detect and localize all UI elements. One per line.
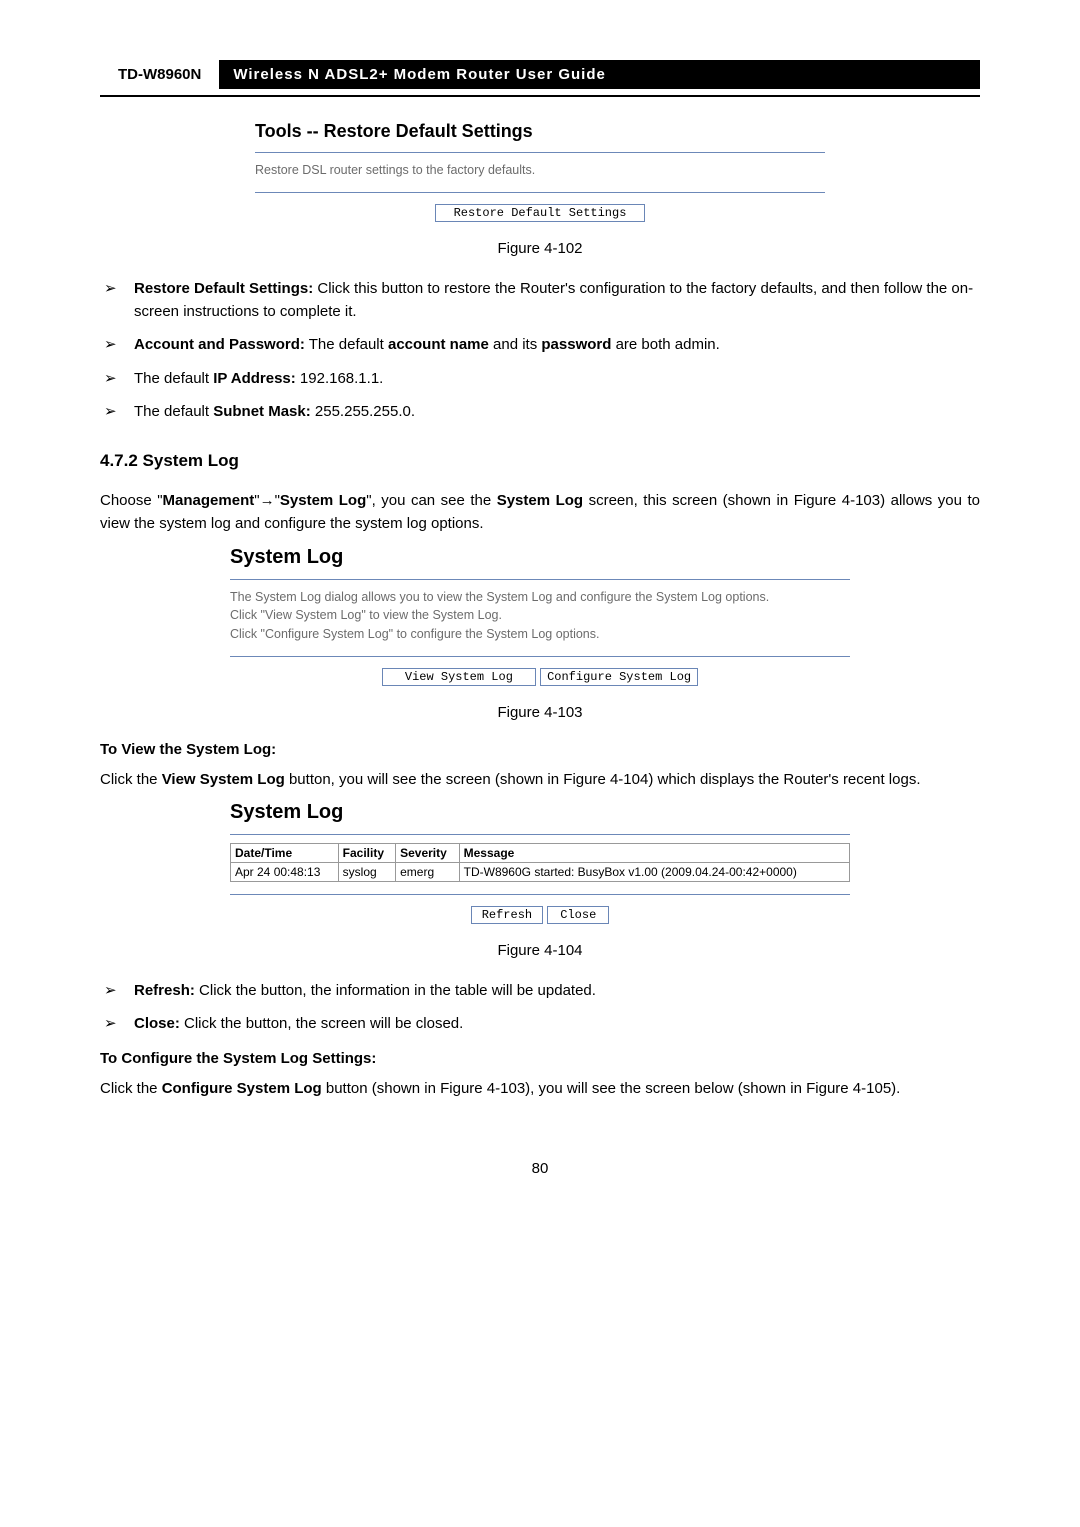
col-datetime: Date/Time xyxy=(231,844,339,863)
col-facility: Facility xyxy=(338,844,395,863)
bullet-marker-icon: ➢ xyxy=(100,979,134,1002)
bullet-text: The default IP Address: 192.168.1.1. xyxy=(134,367,980,390)
refresh-button[interactable]: Refresh xyxy=(471,906,543,924)
label-bold: Refresh: xyxy=(134,982,195,999)
label-bold: account name xyxy=(388,336,489,353)
arrow-icon: → xyxy=(260,492,275,509)
label-bold: Account and Password: xyxy=(134,336,305,353)
restore-heading: Tools -- Restore Default Settings xyxy=(255,121,825,142)
bullet-item: ➢ Close: Click the button, the screen wi… xyxy=(100,1012,980,1035)
text-span: The default xyxy=(305,336,388,353)
bullet-text: Account and Password: The default accoun… xyxy=(134,333,980,356)
text-span: button (shown in Figure 4-103), you will… xyxy=(322,1080,901,1097)
label-bold: password xyxy=(541,336,611,353)
divider xyxy=(230,834,850,835)
text-span: Click the xyxy=(100,771,162,788)
syslog-heading: System Log xyxy=(230,801,850,824)
label-bold: Restore Default Settings: xyxy=(134,280,313,297)
divider xyxy=(230,656,850,657)
close-button[interactable]: Close xyxy=(547,906,609,924)
body-paragraph: Choose "Management"→"System Log", you ca… xyxy=(100,489,980,536)
text-span: Click the button, the information in the… xyxy=(195,982,596,999)
bullet-marker-icon: ➢ xyxy=(100,1012,134,1035)
bullet-marker-icon: ➢ xyxy=(100,277,134,324)
body-paragraph: Click the View System Log button, you wi… xyxy=(100,768,980,791)
bullet-item: ➢ The default IP Address: 192.168.1.1. xyxy=(100,367,980,390)
label-bold: Close: xyxy=(134,1015,180,1032)
figure-caption: Figure 4-104 xyxy=(100,942,980,959)
divider xyxy=(255,192,825,193)
section-heading: 4.7.2 System Log xyxy=(100,451,980,471)
text-span: and its xyxy=(489,336,542,353)
syslog-desc-line: The System Log dialog allows you to view… xyxy=(230,588,850,607)
text-span: 255.255.255.0. xyxy=(311,403,415,420)
cell-severity: emerg xyxy=(396,863,460,882)
restore-desc: Restore DSL router settings to the facto… xyxy=(255,161,825,180)
doc-title: Wireless N ADSL2+ Modem Router User Guid… xyxy=(219,60,980,89)
text-span: Click the button, the screen will be clo… xyxy=(180,1015,463,1032)
divider xyxy=(255,152,825,153)
syslog-desc-line: Click "Configure System Log" to configur… xyxy=(230,625,850,644)
bullet-marker-icon: ➢ xyxy=(100,333,134,356)
header-bar: TD-W8960N Wireless N ADSL2+ Modem Router… xyxy=(100,60,980,89)
label-bold: Management xyxy=(163,492,255,509)
table-header-row: Date/Time Facility Severity Message xyxy=(231,844,850,863)
label-bold: System Log xyxy=(280,492,366,509)
syslog-desc-line: Click "View System Log" to view the Syst… xyxy=(230,606,850,625)
divider xyxy=(230,894,850,895)
divider xyxy=(230,579,850,580)
bullet-item: ➢ Restore Default Settings: Click this b… xyxy=(100,277,980,324)
label-bold: Configure System Log xyxy=(162,1080,322,1097)
bullet-marker-icon: ➢ xyxy=(100,367,134,390)
system-log-screenshot: System Log The System Log dialog allows … xyxy=(230,546,850,686)
subheading: To View the System Log: xyxy=(100,741,980,758)
bullet-text: Refresh: Click the button, the informati… xyxy=(134,979,980,1002)
configure-system-log-button[interactable]: Configure System Log xyxy=(540,668,698,686)
label-bold: View System Log xyxy=(162,771,285,788)
col-severity: Severity xyxy=(396,844,460,863)
bullet-text: The default Subnet Mask: 255.255.255.0. xyxy=(134,400,980,423)
header-divider xyxy=(100,95,980,97)
bullet-text: Restore Default Settings: Click this but… xyxy=(134,277,980,324)
page-number: 80 xyxy=(100,1160,980,1177)
col-message: Message xyxy=(459,844,849,863)
text-span: ", you can see the xyxy=(366,492,496,509)
text-span: button, you will see the screen (shown i… xyxy=(285,771,921,788)
figure-caption: Figure 4-103 xyxy=(100,704,980,721)
text-span: are both admin. xyxy=(611,336,719,353)
text-span: Click the xyxy=(100,1080,162,1097)
view-system-log-button[interactable]: View System Log xyxy=(382,668,536,686)
syslog-table: Date/Time Facility Severity Message Apr … xyxy=(230,843,850,882)
bullet-marker-icon: ➢ xyxy=(100,400,134,423)
cell-datetime: Apr 24 00:48:13 xyxy=(231,863,339,882)
bullet-item: ➢ Refresh: Click the button, the informa… xyxy=(100,979,980,1002)
model-label: TD-W8960N xyxy=(100,60,219,89)
text-span: 192.168.1.1. xyxy=(296,370,384,387)
text-span: The default xyxy=(134,370,213,387)
cell-facility: syslog xyxy=(338,863,395,882)
text-span: Choose " xyxy=(100,492,163,509)
restore-default-button[interactable]: Restore Default Settings xyxy=(435,204,646,222)
label-bold: System Log xyxy=(497,492,583,509)
cell-message: TD-W8960G started: BusyBox v1.00 (2009.0… xyxy=(459,863,849,882)
label-bold: Subnet Mask: xyxy=(213,403,311,420)
bullet-item: ➢ The default Subnet Mask: 255.255.255.0… xyxy=(100,400,980,423)
bullet-item: ➢ Account and Password: The default acco… xyxy=(100,333,980,356)
table-row: Apr 24 00:48:13 syslog emerg TD-W8960G s… xyxy=(231,863,850,882)
label-bold: IP Address: xyxy=(213,370,296,387)
restore-settings-screenshot: Tools -- Restore Default Settings Restor… xyxy=(255,121,825,222)
figure-caption: Figure 4-102 xyxy=(100,240,980,257)
text-span: The default xyxy=(134,403,213,420)
subheading: To Configure the System Log Settings: xyxy=(100,1050,980,1067)
body-paragraph: Click the Configure System Log button (s… xyxy=(100,1077,980,1100)
system-log-view-screenshot: System Log Date/Time Facility Severity M… xyxy=(230,801,850,924)
syslog-heading: System Log xyxy=(230,546,850,569)
bullet-text: Close: Click the button, the screen will… xyxy=(134,1012,980,1035)
